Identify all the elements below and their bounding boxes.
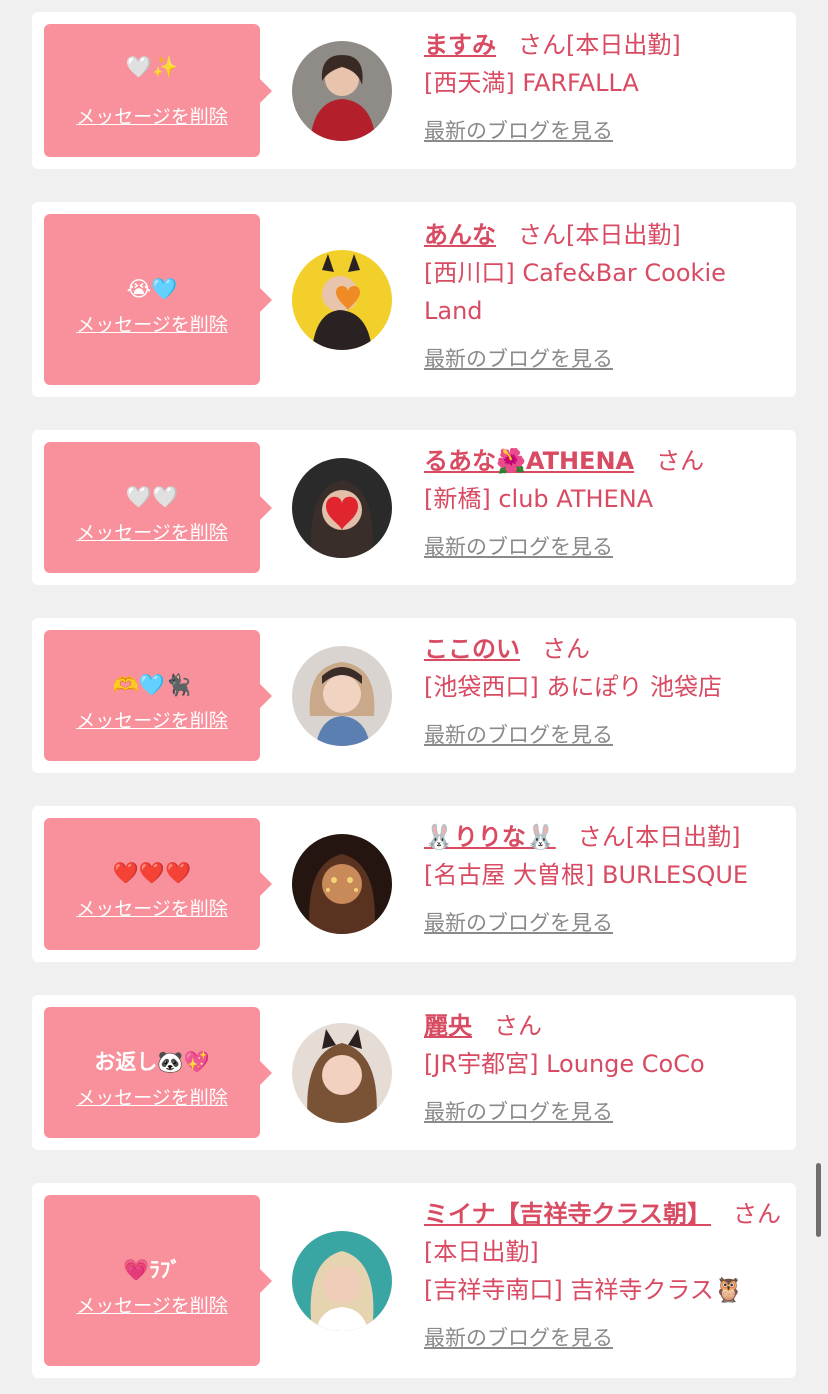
avatar[interactable] <box>292 1023 392 1123</box>
message-bubble: 💗ﾗﾌﾞ メッセージを削除 <box>44 1195 272 1366</box>
cast-info: るあな🌺ATHENA さん [新橋] club ATHENA 最新のブログを見る <box>424 442 784 565</box>
avatar[interactable] <box>292 250 392 350</box>
cast-name-link[interactable]: ミイナ【吉祥寺クラス朝】 <box>424 1200 711 1228</box>
cast-status: さん <box>542 635 590 663</box>
delete-message-link[interactable]: メッセージを削除 <box>44 896 260 922</box>
shop-name: [池袋西口] あにぽり 池袋店 <box>424 673 722 701</box>
latest-blog-link[interactable]: 最新のブログを見る <box>424 116 613 146</box>
latest-blog-link[interactable]: 最新のブログを見る <box>424 720 613 750</box>
message-card: ❤️❤️❤️ メッセージを削除 🐰りりな🐰 さん[本日出勤] [名古屋 大曽根] … <box>32 806 796 962</box>
message-card: 💗ﾗﾌﾞ メッセージを削除 ミイナ【吉祥寺クラス朝】 さん[本日出勤] [吉祥寺南… <box>32 1183 796 1378</box>
delete-message-link[interactable]: メッセージを削除 <box>44 520 260 546</box>
avatar[interactable] <box>292 1231 392 1331</box>
avatar[interactable] <box>292 458 392 558</box>
latest-blog-link[interactable]: 最新のブログを見る <box>424 344 613 374</box>
cast-status: さん[本日出勤] <box>518 221 681 249</box>
avatar[interactable] <box>292 646 392 746</box>
cast-name-link[interactable]: 🐰りりな🐰 <box>424 823 556 851</box>
message-text: ❤️❤️❤️ <box>112 861 192 885</box>
shop-name: [西川口] Cafe&Bar Cookie Land <box>424 259 726 325</box>
cast-status: さん <box>656 447 705 475</box>
latest-blog-link[interactable]: 最新のブログを見る <box>424 532 613 562</box>
cast-status: さん[本日出勤] <box>577 823 741 851</box>
avatar[interactable] <box>292 41 392 141</box>
message-bubble: 😭🩵 メッセージを削除 <box>44 214 272 385</box>
message-list: 🤍✨ メッセージを削除 ますみ さん[本日出勤] [西天満] FARFALLA 最… <box>0 0 828 1394</box>
shop-name: [西天満] FARFALLA <box>424 69 639 97</box>
shop-name: [名古屋 大曽根] BURLESQUE <box>424 861 749 889</box>
cast-name-link[interactable]: るあな🌺ATHENA <box>424 447 634 475</box>
avatar[interactable] <box>292 834 392 934</box>
message-text: 🤍✨ <box>125 55 179 79</box>
shop-name: [新橋] club ATHENA <box>424 485 654 513</box>
delete-message-link[interactable]: メッセージを削除 <box>44 708 260 734</box>
cast-name-link[interactable]: あんな <box>424 221 496 249</box>
message-text: 🫶🩵🐈‍⬛ <box>112 673 192 697</box>
shop-name: [JR宇都宮] Lounge CoCo <box>424 1050 705 1078</box>
cast-info: 🐰りりな🐰 さん[本日出勤] [名古屋 大曽根] BURLESQUE 最新のブログ… <box>424 818 784 941</box>
delete-message-link[interactable]: メッセージを削除 <box>44 312 260 338</box>
cast-info: ますみ さん[本日出勤] [西天満] FARFALLA 最新のブログを見る <box>424 26 784 149</box>
message-text: 😭🩵 <box>126 277 178 301</box>
cast-info: 麗央 さん [JR宇都宮] Lounge CoCo 最新のブログを見る <box>424 1007 784 1130</box>
cast-info: ここのい さん [池袋西口] あにぽり 池袋店 最新のブログを見る <box>424 630 784 753</box>
latest-blog-link[interactable]: 最新のブログを見る <box>424 1097 613 1127</box>
message-bubble: ❤️❤️❤️ メッセージを削除 <box>44 818 272 950</box>
message-card: 🤍🤍 メッセージを削除 るあな🌺ATHENA さん [新橋] club ATHEN… <box>32 430 796 585</box>
cast-name-link[interactable]: ここのい <box>424 635 520 663</box>
message-bubble: 🤍✨ メッセージを削除 <box>44 24 272 157</box>
message-card: 😭🩵 メッセージを削除 あんな さん[本日出勤] [西川口] Cafe&Bar C… <box>32 202 796 397</box>
message-bubble: 🤍🤍 メッセージを削除 <box>44 442 272 573</box>
cast-name-link[interactable]: ますみ <box>424 31 496 59</box>
cast-info: あんな さん[本日出勤] [西川口] Cafe&Bar Cookie Land 最… <box>424 216 784 377</box>
cast-name-link[interactable]: 麗央 <box>424 1012 472 1040</box>
message-card: 🤍✨ メッセージを削除 ますみ さん[本日出勤] [西天満] FARFALLA 最… <box>32 12 796 169</box>
cast-info: ミイナ【吉祥寺クラス朝】 さん[本日出勤] [吉祥寺南口] 吉祥寺クラス🦉 最新の… <box>424 1195 784 1356</box>
message-bubble: お返し🐼💖 メッセージを削除 <box>44 1007 272 1138</box>
message-card: お返し🐼💖 メッセージを削除 麗央 さん [JR宇都宮] Lounge CoCo … <box>32 995 796 1150</box>
latest-blog-link[interactable]: 最新のブログを見る <box>424 908 613 938</box>
latest-blog-link[interactable]: 最新のブログを見る <box>424 1323 613 1353</box>
scrollbar[interactable] <box>816 1163 821 1237</box>
delete-message-link[interactable]: メッセージを削除 <box>44 104 260 130</box>
shop-name: [吉祥寺南口] 吉祥寺クラス🦉 <box>424 1276 744 1304</box>
delete-message-link[interactable]: メッセージを削除 <box>44 1085 260 1111</box>
cast-status: さん[本日出勤] <box>518 31 681 59</box>
cast-status: さん <box>494 1012 542 1040</box>
message-text: お返し🐼💖 <box>94 1050 210 1074</box>
message-text: 🤍🤍 <box>125 485 179 509</box>
message-text: 💗ﾗﾌﾞ <box>123 1258 181 1282</box>
message-card: 🫶🩵🐈‍⬛ メッセージを削除 ここのい さん [池袋西口] あにぽり 池袋店 最新… <box>32 618 796 773</box>
message-bubble: 🫶🩵🐈‍⬛ メッセージを削除 <box>44 630 272 761</box>
delete-message-link[interactable]: メッセージを削除 <box>44 1293 260 1319</box>
